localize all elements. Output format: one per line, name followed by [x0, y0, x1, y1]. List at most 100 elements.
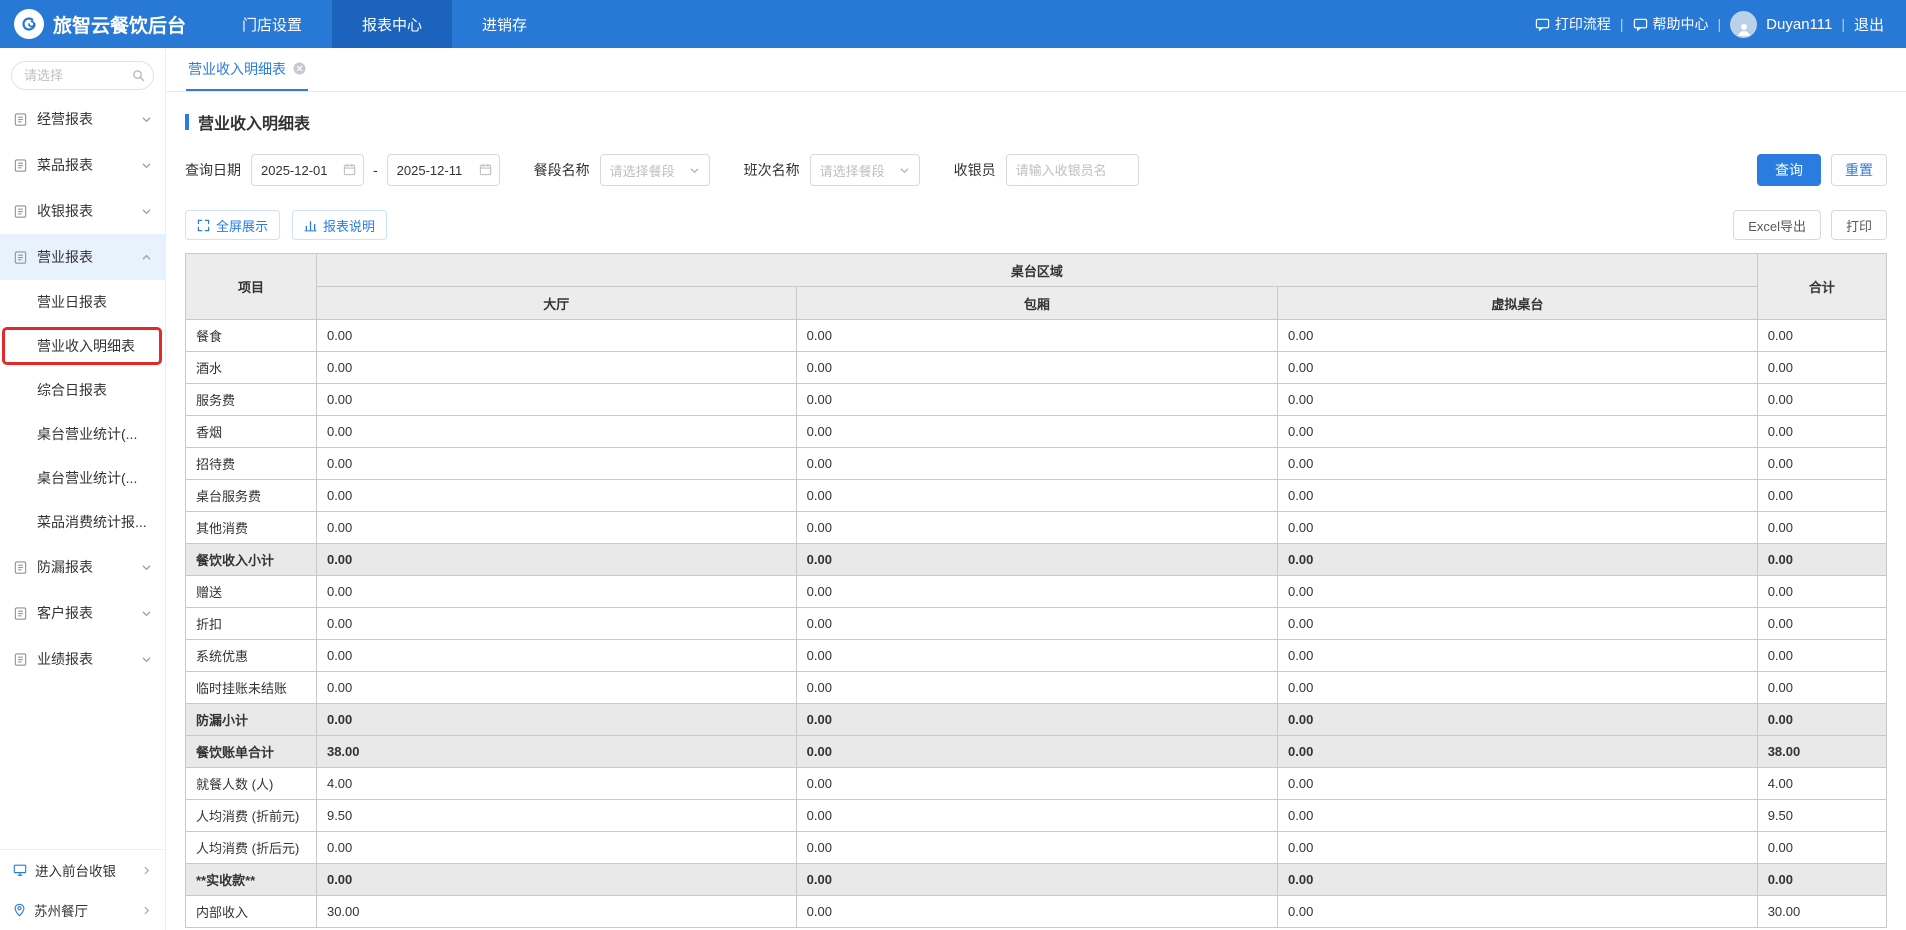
chat-icon — [1633, 17, 1648, 32]
table-row: 人均消费 (折后元) 0.00 0.00 0.00 0.00 — [185, 831, 1887, 864]
sidebar-item[interactable]: 营业报表 — [0, 234, 165, 280]
sidebar-subitem[interactable]: 综合日报表 — [0, 368, 165, 412]
date-from-field — [251, 154, 364, 186]
sidebar-subitem-label: 桌台营业统计(... — [37, 426, 138, 442]
nav-item[interactable]: 进销存 — [452, 0, 557, 48]
table-cell: 0.00 — [315, 383, 797, 416]
calendar-icon — [343, 163, 356, 176]
brand[interactable]: 旅智云餐饮后台 — [0, 0, 212, 48]
sidebar-subitem[interactable]: 桌台营业统计(... — [0, 456, 165, 500]
table-cell: 9.50 — [1756, 799, 1887, 832]
table-cell: 0.00 — [1277, 639, 1758, 672]
enter-pos-link[interactable]: 进入前台收银 — [0, 850, 165, 890]
content: 营业收入明细表 查询日期 - 餐段名称 请选择餐段 — [166, 92, 1906, 930]
navbar-right: 打印流程 | 帮助中心 | Duyan111 | 退出 — [1535, 0, 1906, 48]
page-title: 营业收入明细表 — [185, 110, 1887, 134]
report-icon — [13, 250, 28, 265]
nav-item[interactable]: 报表中心 — [332, 0, 453, 48]
query-button[interactable]: 查询 — [1757, 154, 1821, 186]
report-icon — [13, 606, 28, 621]
sidebar-subitem[interactable]: 营业收入明细表 — [0, 324, 165, 368]
sidebar-item-label: 客户报表 — [37, 605, 93, 621]
fullscreen-label: 全屏展示 — [216, 218, 269, 234]
chevron-down-icon — [899, 165, 910, 176]
table-row: 折扣 0.00 0.00 0.00 0.00 — [185, 607, 1887, 640]
tab-close-icon[interactable] — [293, 62, 306, 75]
sidebar-item[interactable]: 防漏报表 — [0, 544, 165, 590]
cashier-input[interactable] — [1005, 154, 1139, 186]
row-label: 餐饮收入小计 — [185, 543, 317, 576]
table-row: **实收款** 0.00 0.00 0.00 0.00 — [185, 863, 1887, 896]
table-cell: 4.00 — [315, 767, 797, 800]
row-label: 酒水 — [185, 351, 317, 384]
sidebar-item[interactable]: 菜品报表 — [0, 142, 165, 188]
meal-label: 餐段名称 — [533, 162, 590, 178]
table-cell: 0.00 — [1277, 703, 1758, 736]
row-label: 香烟 — [185, 415, 317, 448]
table-cell: 0.00 — [795, 767, 1279, 800]
nav-item[interactable]: 门店设置 — [212, 0, 332, 48]
sidebar-subitem[interactable]: 营业日报表 — [0, 280, 165, 324]
help-center-link[interactable]: 帮助中心 — [1633, 14, 1709, 34]
table-row: 就餐人数 (人) 4.00 0.00 0.00 4.00 — [185, 767, 1887, 800]
sidebar-item[interactable]: 业绩报表 — [0, 636, 165, 682]
sidebar-item[interactable]: 收银报表 — [0, 188, 165, 234]
separator: | — [1841, 16, 1845, 32]
sidebar-subitem[interactable]: 菜品消费统计报... — [0, 500, 165, 544]
logout-link[interactable]: 退出 — [1854, 14, 1884, 35]
avatar[interactable] — [1730, 10, 1758, 38]
sidebar-subitem-label: 综合日报表 — [37, 382, 107, 398]
logo-icon — [14, 9, 44, 39]
print-flow-link[interactable]: 打印流程 — [1535, 14, 1611, 34]
row-label: 服务费 — [185, 383, 317, 416]
report-icon — [13, 204, 28, 219]
sidebar-item[interactable]: 客户报表 — [0, 590, 165, 636]
tab-revenue-detail[interactable]: 营业收入明细表 — [186, 48, 308, 91]
col-header-hall: 大厅 — [315, 286, 797, 320]
table-cell: 0.00 — [1756, 703, 1887, 736]
col-header-item: 项目 — [185, 253, 317, 320]
sidebar-search — [11, 61, 154, 90]
table-cell: 0.00 — [1756, 415, 1887, 448]
row-label: 就餐人数 (人) — [185, 767, 317, 800]
table-cell: 0.00 — [1277, 511, 1758, 544]
sidebar-item-label: 业绩报表 — [37, 651, 93, 667]
table-cell: 0.00 — [1277, 479, 1758, 512]
table-row: 餐食 0.00 0.00 0.00 0.00 — [185, 319, 1887, 352]
filter-actions: 查询 重置 — [1757, 154, 1887, 186]
reset-button[interactable]: 重置 — [1831, 154, 1887, 186]
table-cell: 0.00 — [1277, 799, 1758, 832]
table-cell: 0.00 — [1277, 575, 1758, 608]
table-cell: 0.00 — [1756, 351, 1887, 384]
meal-select-value: 请选择餐段 — [609, 163, 675, 179]
table-cell: 0.00 — [1756, 479, 1887, 512]
sidebar-item[interactable]: 经营报表 — [0, 96, 165, 142]
username: Duyan111 — [1766, 15, 1833, 33]
table-cell: 0.00 — [795, 575, 1279, 608]
chevron-right-icon — [141, 905, 152, 916]
shift-select[interactable]: 请选择餐段 — [809, 154, 920, 186]
excel-export-button[interactable]: Excel导出 — [1733, 210, 1821, 240]
table-cell: 0.00 — [795, 543, 1279, 576]
print-button[interactable]: 打印 — [1830, 210, 1887, 240]
sidebar-subitem[interactable]: 桌台营业统计(... — [0, 412, 165, 456]
search-icon — [132, 69, 145, 82]
table-cell: 0.00 — [795, 383, 1279, 416]
report-table: 项目 桌台区域 合计 大厅 包厢 虚拟桌台 餐食 0.00 0.00 0.00 0.00… — [185, 253, 1887, 928]
location-pin-icon — [13, 903, 26, 917]
report-note-button[interactable]: 报表说明 — [292, 210, 388, 240]
fullscreen-button[interactable]: 全屏展示 — [185, 210, 281, 240]
table-cell: 0.00 — [1756, 447, 1887, 480]
table-cell: 0.00 — [315, 607, 797, 640]
table-cell: 0.00 — [315, 319, 797, 352]
sidebar-item-label: 营业报表 — [37, 249, 93, 265]
brand-title: 旅智云餐饮后台 — [53, 15, 187, 37]
sidebar-subitem-label: 桌台营业统计(... — [37, 470, 138, 486]
meal-select[interactable]: 请选择餐段 — [599, 154, 710, 186]
table-cell: 0.00 — [795, 607, 1279, 640]
table-toolbar: 全屏展示 报表说明 Excel导出 打印 — [185, 210, 1887, 240]
table-cell: 0.00 — [1277, 895, 1758, 928]
shift-select-value: 请选择餐段 — [819, 163, 885, 179]
store-selector[interactable]: 苏州餐厅 — [0, 890, 165, 930]
chat-icon — [1535, 17, 1550, 32]
